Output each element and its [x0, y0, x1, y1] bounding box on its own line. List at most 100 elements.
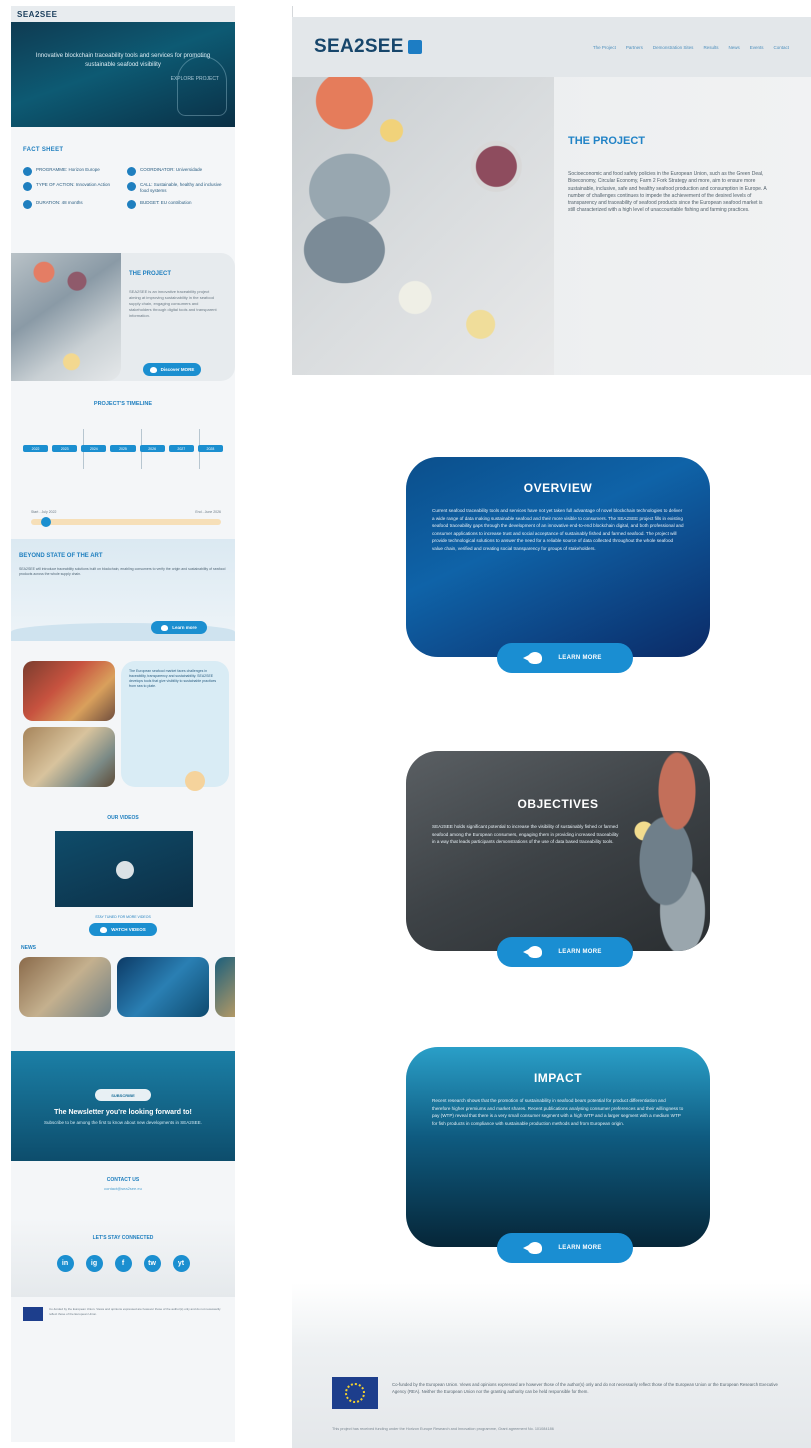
- eu-stars-icon: [345, 1383, 365, 1403]
- nav-item-news[interactable]: News: [728, 45, 739, 50]
- fish-icon: [528, 652, 543, 664]
- seafood-image: [11, 253, 121, 381]
- objectives-title: OBJECTIVES: [517, 797, 599, 811]
- timeline-start: Start - July 2022: [31, 510, 57, 514]
- overview-learn-more-button[interactable]: LEARN MORE: [497, 643, 633, 673]
- fact-item: CALL: Sustainable, healthy and inclusive…: [127, 182, 223, 194]
- timeline-progress-bar: [31, 519, 221, 525]
- gallery: The European seafood market faces challe…: [11, 661, 235, 793]
- fact-item: TYPE OF ACTION: Innovation Action: [23, 182, 119, 194]
- learn-more-label: LEARN MORE: [558, 655, 602, 661]
- overview-text: Current seafood traceability tools and s…: [432, 508, 684, 551]
- contact-email-link[interactable]: contact@sea2see.eu: [11, 1186, 235, 1191]
- fact-text: COORDINATOR: Universidade: [140, 167, 203, 172]
- timeline-chip[interactable]: 2025: [110, 445, 136, 452]
- timeline-dates: Start - July 2022 End - June 2026: [31, 510, 221, 514]
- overview-card: OVERVIEW Current seafood traceability to…: [406, 457, 710, 657]
- impact-title: IMPACT: [533, 1071, 583, 1085]
- subscribe-button[interactable]: SUBSCRIBE: [95, 1089, 151, 1101]
- mobile-footer: Co-funded by the European Union. Views a…: [11, 1297, 235, 1347]
- timeline-chip[interactable]: 2022: [23, 445, 49, 452]
- fact-item: DURATION: 48 months: [23, 200, 119, 209]
- news-card-image[interactable]: [117, 957, 209, 1017]
- footer-disclaimer: Co-funded by the European Union. Views a…: [392, 1382, 778, 1394]
- timeline-progress-knob[interactable]: [40, 517, 51, 527]
- fact-bullet-icon: [23, 182, 32, 191]
- fact-bullet-icon: [127, 167, 136, 176]
- fact-text: BUDGET: EU contribution: [140, 200, 192, 205]
- nav-item-demo-sites[interactable]: Demonstration Sites: [653, 45, 694, 50]
- nav-item-results[interactable]: Results: [703, 45, 718, 50]
- discover-more-label: Discover MORE: [160, 367, 195, 372]
- logo-text: SEA2SEE: [314, 36, 404, 57]
- youtube-icon[interactable]: yt: [172, 1255, 190, 1272]
- fact-text: DURATION: 48 months: [36, 200, 83, 205]
- linkedin-icon[interactable]: in: [56, 1255, 74, 1272]
- mobile-logo[interactable]: SEA2SEE: [17, 10, 57, 19]
- seafood-market-image: [23, 661, 115, 721]
- nav-item-contact[interactable]: Contact: [773, 45, 789, 50]
- nav-item-events[interactable]: Events: [750, 45, 764, 50]
- impact-learn-more-button[interactable]: LEARN MORE: [497, 1233, 633, 1263]
- timeline-chip[interactable]: 2023: [52, 445, 78, 452]
- news-card-image[interactable]: [215, 957, 235, 1017]
- fact-item: BUDGET: EU contribution: [127, 200, 223, 209]
- mobile-project-text: SEA2SEE is an innovative traceability pr…: [129, 289, 217, 318]
- twitter-icon[interactable]: tw: [143, 1255, 161, 1272]
- social-section: LET'S STAY CONNECTED in ig f tw yt: [11, 1217, 235, 1297]
- mobile-project-title: THE PROJECT: [129, 271, 172, 277]
- fish-icon: [161, 624, 169, 631]
- video-player[interactable]: [55, 831, 193, 907]
- nav-item-partners[interactable]: Partners: [626, 45, 643, 50]
- news-section: NEWS: [11, 931, 235, 1051]
- objectives-learn-more-button[interactable]: LEARN MORE: [497, 937, 633, 967]
- beyond-state-of-art: BEYOND STATE OF THE ART SEA2SEE will int…: [11, 539, 235, 641]
- fact-bullet-icon: [23, 200, 32, 209]
- page: SEA2SEE Innovative blockchain traceabili…: [0, 0, 811, 1448]
- octopus-icon: [177, 56, 227, 116]
- videos-section: OUR VIDEOS STAY TUNED FOR MORE VIDEOS WA…: [11, 793, 235, 936]
- project-title: THE PROJECT: [568, 135, 646, 147]
- mobile-hero: Innovative blockchain traceability tools…: [11, 22, 235, 127]
- fish-icon: [528, 1242, 543, 1254]
- discover-more-button[interactable]: Discover MORE: [143, 363, 201, 376]
- mobile-top-bar: SEA2SEE: [11, 6, 235, 22]
- newsletter-title: The Newsletter you're looking forward to…: [54, 1109, 192, 1116]
- site-logo[interactable]: SEA2SEE: [314, 36, 422, 58]
- seafood-hero-image: [292, 77, 554, 375]
- contact-title: CONTACT US: [106, 1177, 140, 1183]
- eu-flag-icon: [23, 1307, 43, 1321]
- desktop-header: SEA2SEE The Project Partners Demonstrati…: [292, 17, 811, 77]
- facebook-icon[interactable]: f: [114, 1255, 132, 1272]
- nav-item-project[interactable]: The Project: [593, 45, 616, 50]
- timeline-chip[interactable]: 2027: [168, 445, 194, 452]
- instagram-icon[interactable]: ig: [85, 1255, 103, 1272]
- objectives-text: SEA2SEE holds significant potential to i…: [432, 824, 619, 844]
- timeline: PROJECT'S TIMELINE 2022 2023 2024 2025 2…: [11, 381, 235, 539]
- fact-item: PROGRAMME: Horizon Europe: [23, 167, 119, 176]
- play-icon[interactable]: [116, 861, 134, 879]
- gallery-text: The European seafood market faces challe…: [121, 661, 229, 787]
- mobile-project-card: THE PROJECT SEA2SEE is an innovative tra…: [11, 253, 235, 381]
- blob-decoration: [185, 771, 205, 791]
- learn-more-label: Learn more: [172, 625, 197, 630]
- contact-section: CONTACT US contact@sea2see.eu: [11, 1161, 235, 1217]
- fact-bullet-icon: [23, 167, 32, 176]
- timeline-chip[interactable]: 2026: [139, 445, 165, 452]
- newsletter-subtitle: Subscribe to be among the first to know …: [43, 1120, 203, 1125]
- learn-more-button[interactable]: Learn more: [151, 621, 207, 634]
- newsletter-section: SUBSCRIBE The Newsletter you're looking …: [11, 1051, 235, 1161]
- fact-item: COORDINATOR: Universidade: [127, 167, 223, 176]
- fact-bullet-icon: [127, 200, 136, 209]
- videos-title: OUR VIDEOS: [107, 815, 139, 821]
- learn-more-label: LEARN MORE: [558, 949, 602, 955]
- desktop-footer: Co-funded by the European Union. Views a…: [292, 1283, 811, 1448]
- fact-bullet-icon: [127, 182, 136, 191]
- fact-text: TYPE OF ACTION: Innovation Action: [36, 182, 111, 187]
- timeline-chip[interactable]: 2024: [81, 445, 107, 452]
- timeline-chip[interactable]: 2028: [197, 445, 223, 452]
- news-card-image[interactable]: [19, 957, 111, 1017]
- project-hero: THE PROJECT Socioeconomic and food safet…: [292, 77, 811, 375]
- fish-platter-image: [600, 751, 710, 951]
- mobile-preview: SEA2SEE Innovative blockchain traceabili…: [11, 6, 235, 1442]
